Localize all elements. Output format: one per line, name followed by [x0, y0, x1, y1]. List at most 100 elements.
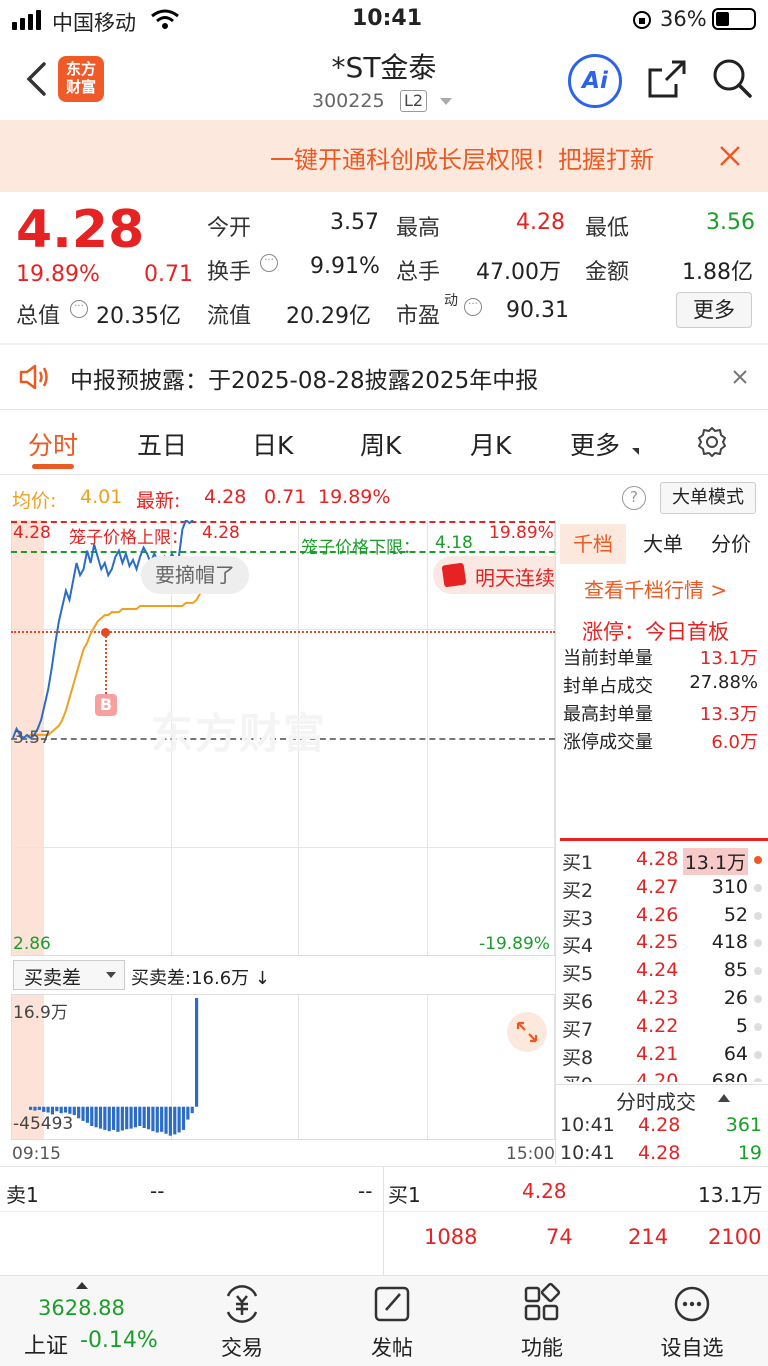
- bid-ask-bar: [63, 1106, 68, 1113]
- notice-bar[interactable]: 中报预披露：于2025-08-28披露2025年中报: [0, 345, 768, 409]
- info-icon[interactable]: ···: [70, 300, 88, 318]
- promo-banner[interactable]: 一键开通科创成长层权限！把握打新: [0, 120, 768, 192]
- order-price: 4.27: [636, 875, 679, 898]
- more-button[interactable]: 更多: [676, 292, 752, 328]
- order-dot: [754, 1050, 762, 1059]
- order-book-row[interactable]: 买1 4.28 13.1万: [560, 846, 768, 875]
- share-icon[interactable]: [646, 58, 688, 100]
- bid-ask-bar: [42, 1106, 46, 1112]
- order-volume: 13.1万: [682, 848, 748, 875]
- order-volume: 85: [723, 959, 748, 982]
- order-dot: [754, 967, 762, 976]
- tab-watchlist[interactable]: 设自选: [632, 1282, 752, 1362]
- side-tab-big-orders[interactable]: 大单: [630, 524, 696, 564]
- info-icon[interactable]: ···: [260, 254, 278, 272]
- level2-badge[interactable]: L2: [400, 90, 428, 112]
- queue-order: 74: [546, 1225, 573, 1249]
- bid-ask-bar: [68, 1106, 72, 1114]
- tab-five-day[interactable]: 五日: [137, 426, 187, 462]
- trade-vol: 19: [737, 1142, 762, 1164]
- cage-lower-value: 4.18: [435, 533, 473, 553]
- order-book-row[interactable]: 买8 4.21 64: [560, 1041, 768, 1069]
- tab-trade[interactable]: 交易: [182, 1282, 302, 1362]
- clock: 10:41: [352, 6, 423, 31]
- order-volume: 418: [711, 931, 748, 954]
- grid-icon: [524, 1282, 561, 1321]
- open-label: 今开: [207, 216, 252, 241]
- trades-title[interactable]: 分时成交: [616, 1086, 696, 1115]
- bid-ask-bar: [81, 1106, 85, 1121]
- index-change[interactable]: -0.14%: [80, 1328, 158, 1353]
- cage-lower-label: 笼子价格下限：: [301, 538, 420, 558]
- bid-ask-bar: [112, 1106, 116, 1130]
- buy-marker[interactable]: B: [95, 694, 117, 716]
- sell1-volume: --: [358, 1179, 373, 1203]
- close-icon[interactable]: [718, 144, 742, 168]
- side-info-label: 最高封单量: [563, 704, 653, 725]
- hat-removal-badge[interactable]: 要摘帽了: [141, 556, 249, 594]
- order-level-label: 买9: [562, 1070, 593, 1082]
- side-tabs: 千档 大单 分价: [560, 524, 768, 564]
- order-price: 4.20: [636, 1070, 679, 1082]
- tab-intraday[interactable]: 分时: [28, 426, 78, 462]
- order-level-label: 买8: [562, 1046, 594, 1069]
- tomorrow-badge-text: 明天连续: [475, 566, 555, 590]
- tab-active-indicator: [32, 464, 74, 469]
- y-top-label: 4.28: [13, 523, 51, 543]
- side-info-label: 封单占成交: [563, 676, 653, 697]
- search-icon[interactable]: [710, 56, 754, 100]
- side-tab-price-dist[interactable]: 分价: [698, 524, 764, 564]
- info-icon[interactable]: ···: [464, 298, 482, 316]
- order-dot: [754, 1078, 762, 1082]
- order-book-row[interactable]: 买9 4.20 680: [560, 1068, 768, 1082]
- order-dot: [754, 939, 762, 948]
- tab-more[interactable]: 更多: [570, 426, 620, 462]
- order-book-row[interactable]: 买4 4.25 418: [560, 929, 768, 957]
- order-level-label: 买1: [562, 852, 594, 874]
- promo-text[interactable]: 一键开通科创成长层权限！把握打新: [270, 140, 690, 175]
- ai-icon[interactable]: Ai: [568, 54, 622, 108]
- trade-time: 10:41: [560, 1114, 615, 1136]
- order-book-row[interactable]: 买6 4.23 26: [560, 985, 768, 1013]
- order-price: 4.21: [636, 1042, 679, 1065]
- tomorrow-badge[interactable]: 明天连续: [433, 556, 555, 594]
- volume-label: 总手: [396, 260, 441, 285]
- index-value[interactable]: 3628.88: [38, 1296, 125, 1320]
- order-book-row[interactable]: 买5 4.24 85: [560, 957, 768, 985]
- trade-time: 10:41: [560, 1142, 615, 1164]
- order-book-row[interactable]: 买7 4.22 5: [560, 1013, 768, 1041]
- order-price: 4.28: [636, 848, 679, 870]
- index-name[interactable]: 上证: [24, 1328, 68, 1360]
- close-icon[interactable]: [732, 369, 748, 385]
- buy1-label: 买1: [388, 1183, 421, 1207]
- avg-value: 4.01: [80, 486, 123, 508]
- level1-panel: 卖1 -- -- 买1 4.28 13.1万 1088 74 214 2100: [0, 1167, 768, 1275]
- amount-label: 金额: [585, 260, 630, 285]
- pe-label: 市盈: [396, 304, 441, 329]
- open-value: 3.57: [330, 210, 379, 235]
- notice-text[interactable]: 中报预披露：于2025-08-28披露2025年中报: [70, 361, 538, 395]
- help-icon[interactable]: ?: [622, 486, 646, 510]
- big-order-mode-button[interactable]: 大单模式: [660, 482, 756, 514]
- tab-day-k[interactable]: 日K: [252, 426, 293, 462]
- tab-functions[interactable]: 功能: [482, 1282, 602, 1362]
- bid-ask-bar: [151, 1106, 155, 1132]
- side-tab-levels[interactable]: 千档: [560, 524, 626, 564]
- gift-icon: [441, 562, 467, 588]
- index-expand-icon[interactable]: [76, 1282, 88, 1289]
- gear-icon[interactable]: [696, 426, 728, 458]
- view-levels-link[interactable]: 查看千档行情 >: [584, 574, 727, 603]
- tab-week-k[interactable]: 周K: [360, 426, 401, 462]
- turnover-label: 换手: [207, 260, 252, 285]
- code-dropdown-icon[interactable]: [440, 98, 452, 105]
- tab-month-k[interactable]: 月K: [470, 426, 511, 462]
- tab-post[interactable]: 发帖: [332, 1282, 452, 1362]
- collapse-icon[interactable]: [718, 1094, 730, 1102]
- bid-ask-bar: [85, 1106, 89, 1123]
- order-dot: [754, 995, 762, 1003]
- carrier: 中国移动: [52, 11, 136, 35]
- amount-value: 1.88亿: [682, 260, 753, 285]
- pe-superscript: 动: [444, 293, 458, 309]
- order-book-row[interactable]: 买3 4.26 52: [560, 902, 768, 930]
- order-book-row[interactable]: 买2 4.27 310: [560, 874, 768, 902]
